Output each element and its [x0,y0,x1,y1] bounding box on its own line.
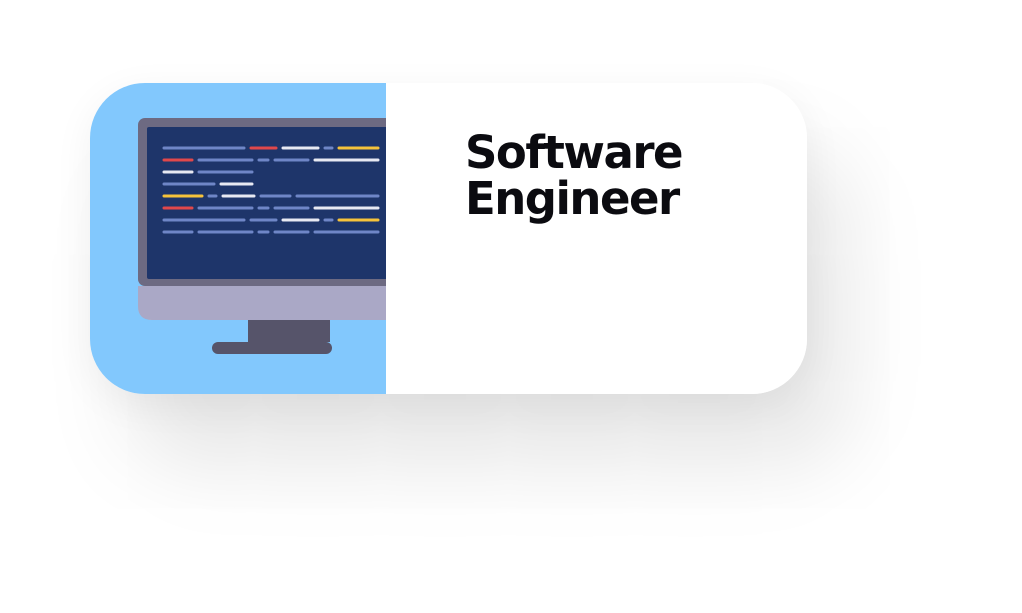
monitor-stand-neck [248,320,330,342]
job-title-line-1: Software [465,126,684,179]
monitor-screen [147,127,398,279]
illustration-panel [90,83,414,394]
desktop-monitor-code-icon [138,118,414,354]
stage: Software Engineer [0,0,1022,613]
job-title: Software Engineer [465,126,684,225]
monitor-stand-foot [212,342,332,354]
job-title-line-2: Engineer [465,172,680,225]
job-card[interactable]: Software Engineer [90,83,807,394]
monitor-chin [138,286,408,320]
